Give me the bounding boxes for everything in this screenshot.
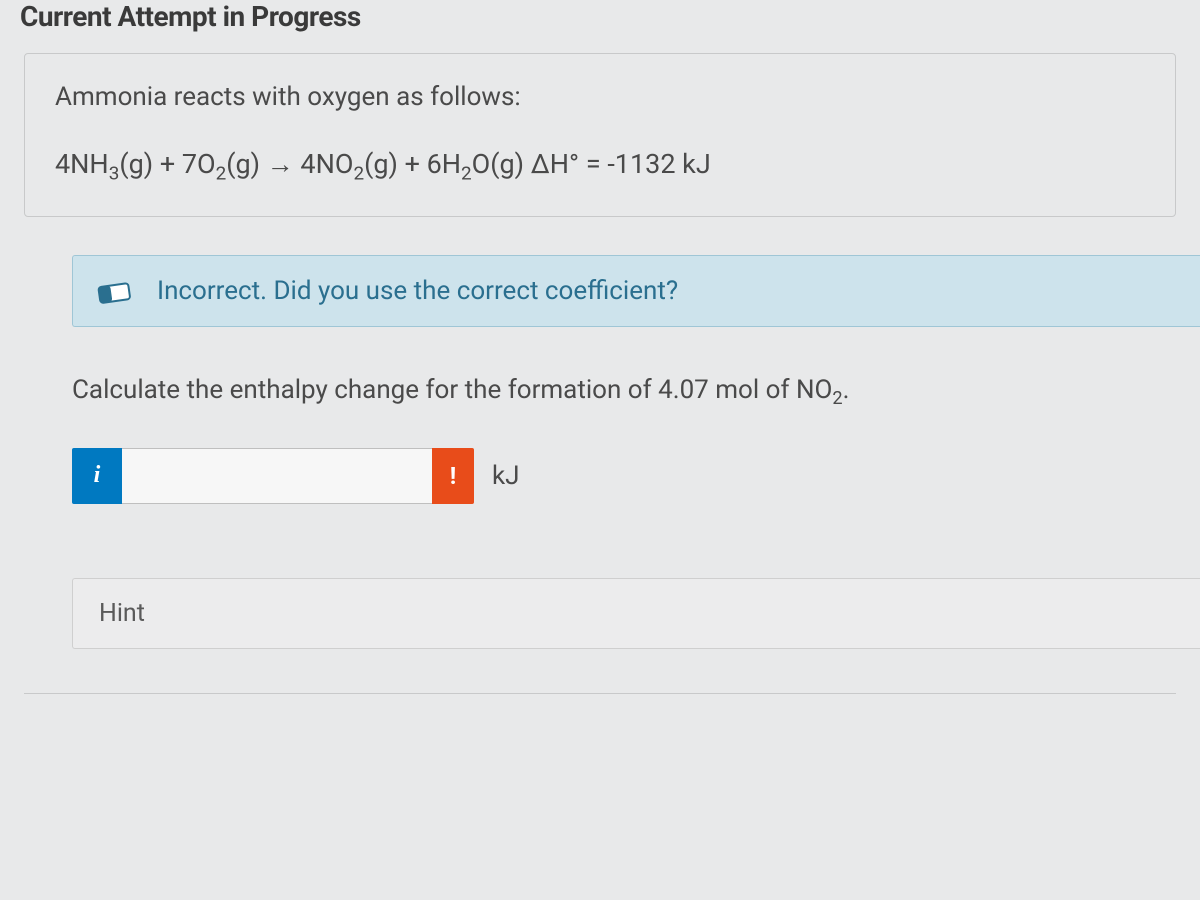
- eq-part: (g) + 6H: [364, 148, 461, 180]
- prompt-after: .: [843, 375, 850, 405]
- eraser-icon: [95, 275, 135, 308]
- reaction-equation: 4NH3(g) + 7O2(g) → 4NO2(g) + 6H2O(g) ΔH°…: [55, 148, 1145, 184]
- info-icon[interactable]: i: [72, 448, 122, 504]
- prompt-before: Calculate the enthalpy change for the fo…: [72, 375, 832, 405]
- attempt-status-header: Current Attempt in Progress: [0, 0, 1200, 43]
- prompt-sub: 2: [832, 389, 842, 410]
- eq-part: 4NH: [55, 148, 109, 180]
- question-card: Ammonia reacts with oxygen as follows: 4…: [24, 53, 1176, 217]
- error-icon[interactable]: !: [432, 448, 474, 504]
- question-prompt: Calculate the enthalpy change for the fo…: [72, 375, 1200, 409]
- eq-sub: 2: [461, 161, 472, 184]
- feedback-text: Incorrect. Did you use the correct coeff…: [157, 276, 678, 306]
- answer-input[interactable]: [122, 448, 432, 504]
- unit-label: kJ: [474, 448, 520, 504]
- hint-button[interactable]: Hint: [72, 578, 1200, 649]
- answer-row: i ! kJ: [72, 448, 1200, 504]
- eq-sub: 2: [353, 161, 364, 184]
- eq-part: (g) → 4NO: [226, 148, 353, 180]
- eq-sub: 2: [216, 161, 227, 184]
- question-intro: Ammonia reacts with oxygen as follows:: [55, 82, 1145, 112]
- eq-part: (g) + 7O: [119, 148, 215, 180]
- eq-sub: 3: [109, 161, 120, 184]
- feedback-banner: Incorrect. Did you use the correct coeff…: [72, 255, 1200, 327]
- eq-part: O(g) ΔH° = -1132 kJ: [472, 148, 711, 180]
- divider: [24, 693, 1176, 694]
